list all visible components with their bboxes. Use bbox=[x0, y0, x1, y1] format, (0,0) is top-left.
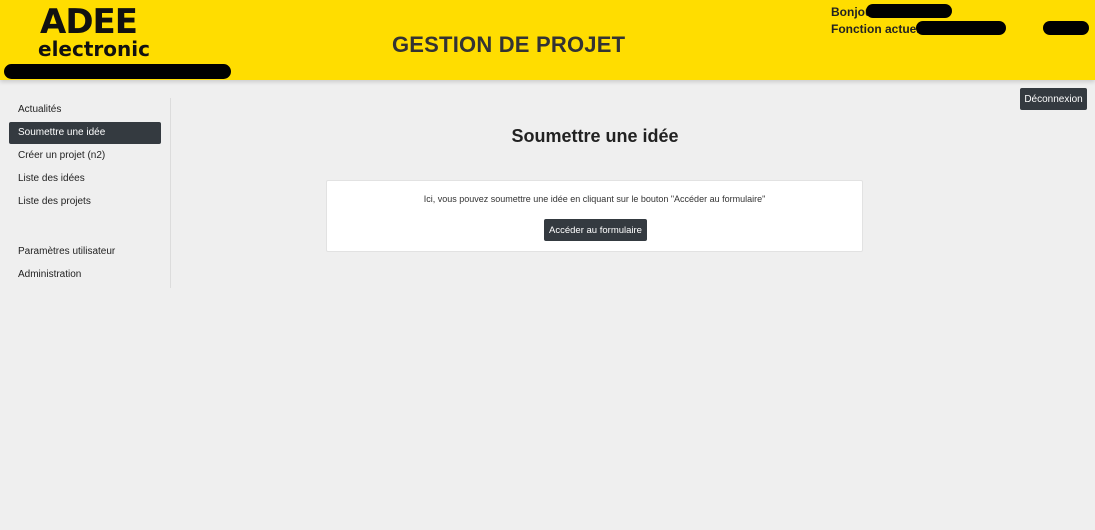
redacted-role bbox=[916, 21, 1006, 35]
open-form-button[interactable]: Accéder au formulaire bbox=[544, 219, 647, 241]
sidebar-item-administration[interactable]: Administration bbox=[9, 264, 161, 286]
adee-logo: ADEE electronic bbox=[36, 4, 156, 60]
sidebar-item-project-list[interactable]: Liste des projets bbox=[9, 191, 161, 213]
sidebar-item-news[interactable]: Actualités bbox=[9, 99, 161, 121]
submit-idea-card: Ici, vous pouvez soumettre une idée en c… bbox=[326, 180, 863, 252]
role-line: Fonction actuelle bbox=[831, 21, 930, 38]
sidebar-item-create-project[interactable]: Créer un projet (n2) bbox=[9, 145, 161, 167]
sidebar-nav: Actualités Soumettre une idée Créer un p… bbox=[0, 98, 171, 288]
logo-top-text: ADEE bbox=[40, 2, 138, 42]
redacted-subtitle bbox=[4, 64, 231, 79]
role-label: Fonction actuelle bbox=[831, 22, 930, 36]
app-header: ADEE electronic GESTION DE PROJET Bonjou… bbox=[0, 0, 1095, 80]
redacted-username bbox=[866, 4, 952, 18]
logout-button[interactable]: Déconnexion bbox=[1020, 88, 1087, 110]
app-title: GESTION DE PROJET bbox=[392, 32, 626, 57]
sidebar-item-user-settings[interactable]: Paramètres utilisateur bbox=[9, 241, 161, 263]
redacted-avatar bbox=[1043, 21, 1089, 35]
page-title: Soumettre une idée bbox=[511, 126, 679, 146]
sidebar-item-idea-list[interactable]: Liste des idées bbox=[9, 168, 161, 190]
sidebar-item-submit-idea[interactable]: Soumettre une idée bbox=[9, 122, 161, 144]
logo-bottom-text: electronic bbox=[38, 37, 150, 61]
card-description: Ici, vous pouvez soumettre une idée en c… bbox=[423, 194, 766, 204]
